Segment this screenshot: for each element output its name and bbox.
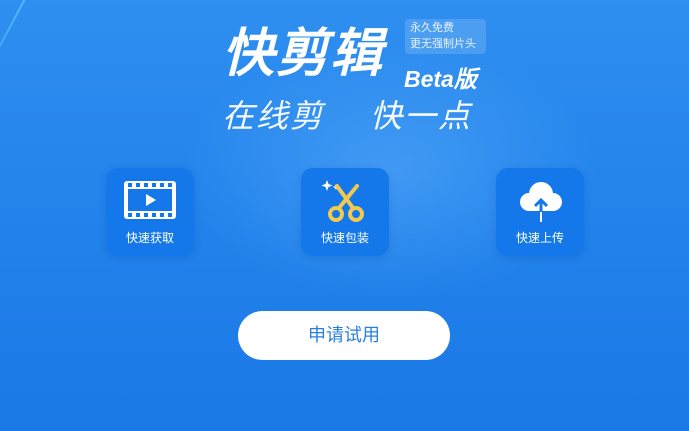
- feature-tile-upload[interactable]: 快速上传: [496, 168, 584, 256]
- cloud-upload-icon: [520, 182, 562, 222]
- feature-tile-get[interactable]: 快速获取: [106, 168, 194, 256]
- free-badge: 永久免费 更无强制片头: [405, 19, 486, 54]
- decorative-streak: [0, 0, 83, 122]
- badge-line-1: 永久免费: [410, 21, 454, 34]
- badge-line-2: 更无强制片头: [410, 37, 476, 50]
- slogan-right: 快一点: [370, 97, 473, 135]
- scissors-icon: [321, 180, 364, 222]
- brand-logo-text: 快剪辑: [222, 24, 385, 84]
- feature-label: 快速获取: [125, 231, 174, 245]
- apply-trial-button[interactable]: 申请试用: [238, 311, 450, 360]
- slogan-left: 在线剪: [222, 97, 325, 135]
- feature-label: 快速包装: [320, 231, 369, 245]
- beta-label: Beta版: [404, 66, 477, 92]
- video-play-icon: [124, 181, 176, 219]
- feature-label: 快速上传: [515, 231, 564, 245]
- feature-tile-pack[interactable]: 快速包装: [301, 168, 389, 256]
